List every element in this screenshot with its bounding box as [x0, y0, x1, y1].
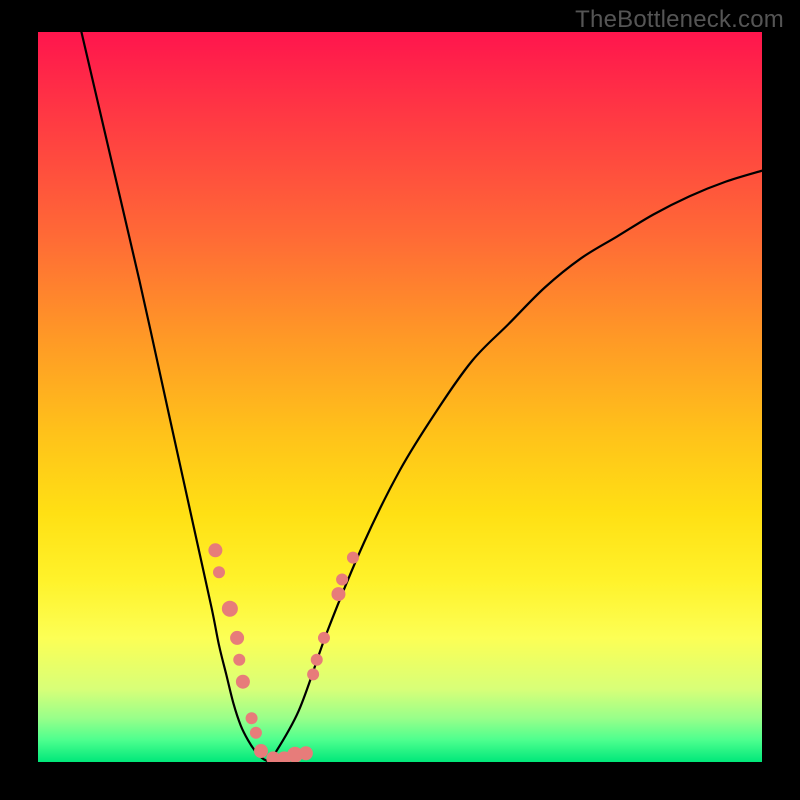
dot-layer: [208, 543, 359, 762]
data-point: [318, 632, 330, 644]
data-point: [347, 552, 359, 564]
data-point: [213, 566, 225, 578]
chart-svg: [38, 32, 762, 762]
data-point: [236, 675, 250, 689]
curve-left-curve: [81, 32, 269, 762]
data-point: [230, 631, 244, 645]
plot-area: [38, 32, 762, 762]
curve-layer: [81, 32, 762, 762]
data-point: [331, 587, 345, 601]
data-point: [299, 746, 313, 760]
data-point: [233, 654, 245, 666]
data-point: [254, 744, 268, 758]
data-point: [311, 654, 323, 666]
data-point: [336, 574, 348, 586]
curve-right-curve: [270, 171, 762, 762]
chart-frame: TheBottleneck.com: [0, 0, 800, 800]
data-point: [250, 727, 262, 739]
watermark-text: TheBottleneck.com: [575, 6, 784, 34]
data-point: [208, 543, 222, 557]
data-point: [307, 668, 319, 680]
data-point: [222, 601, 238, 617]
data-point: [246, 712, 258, 724]
